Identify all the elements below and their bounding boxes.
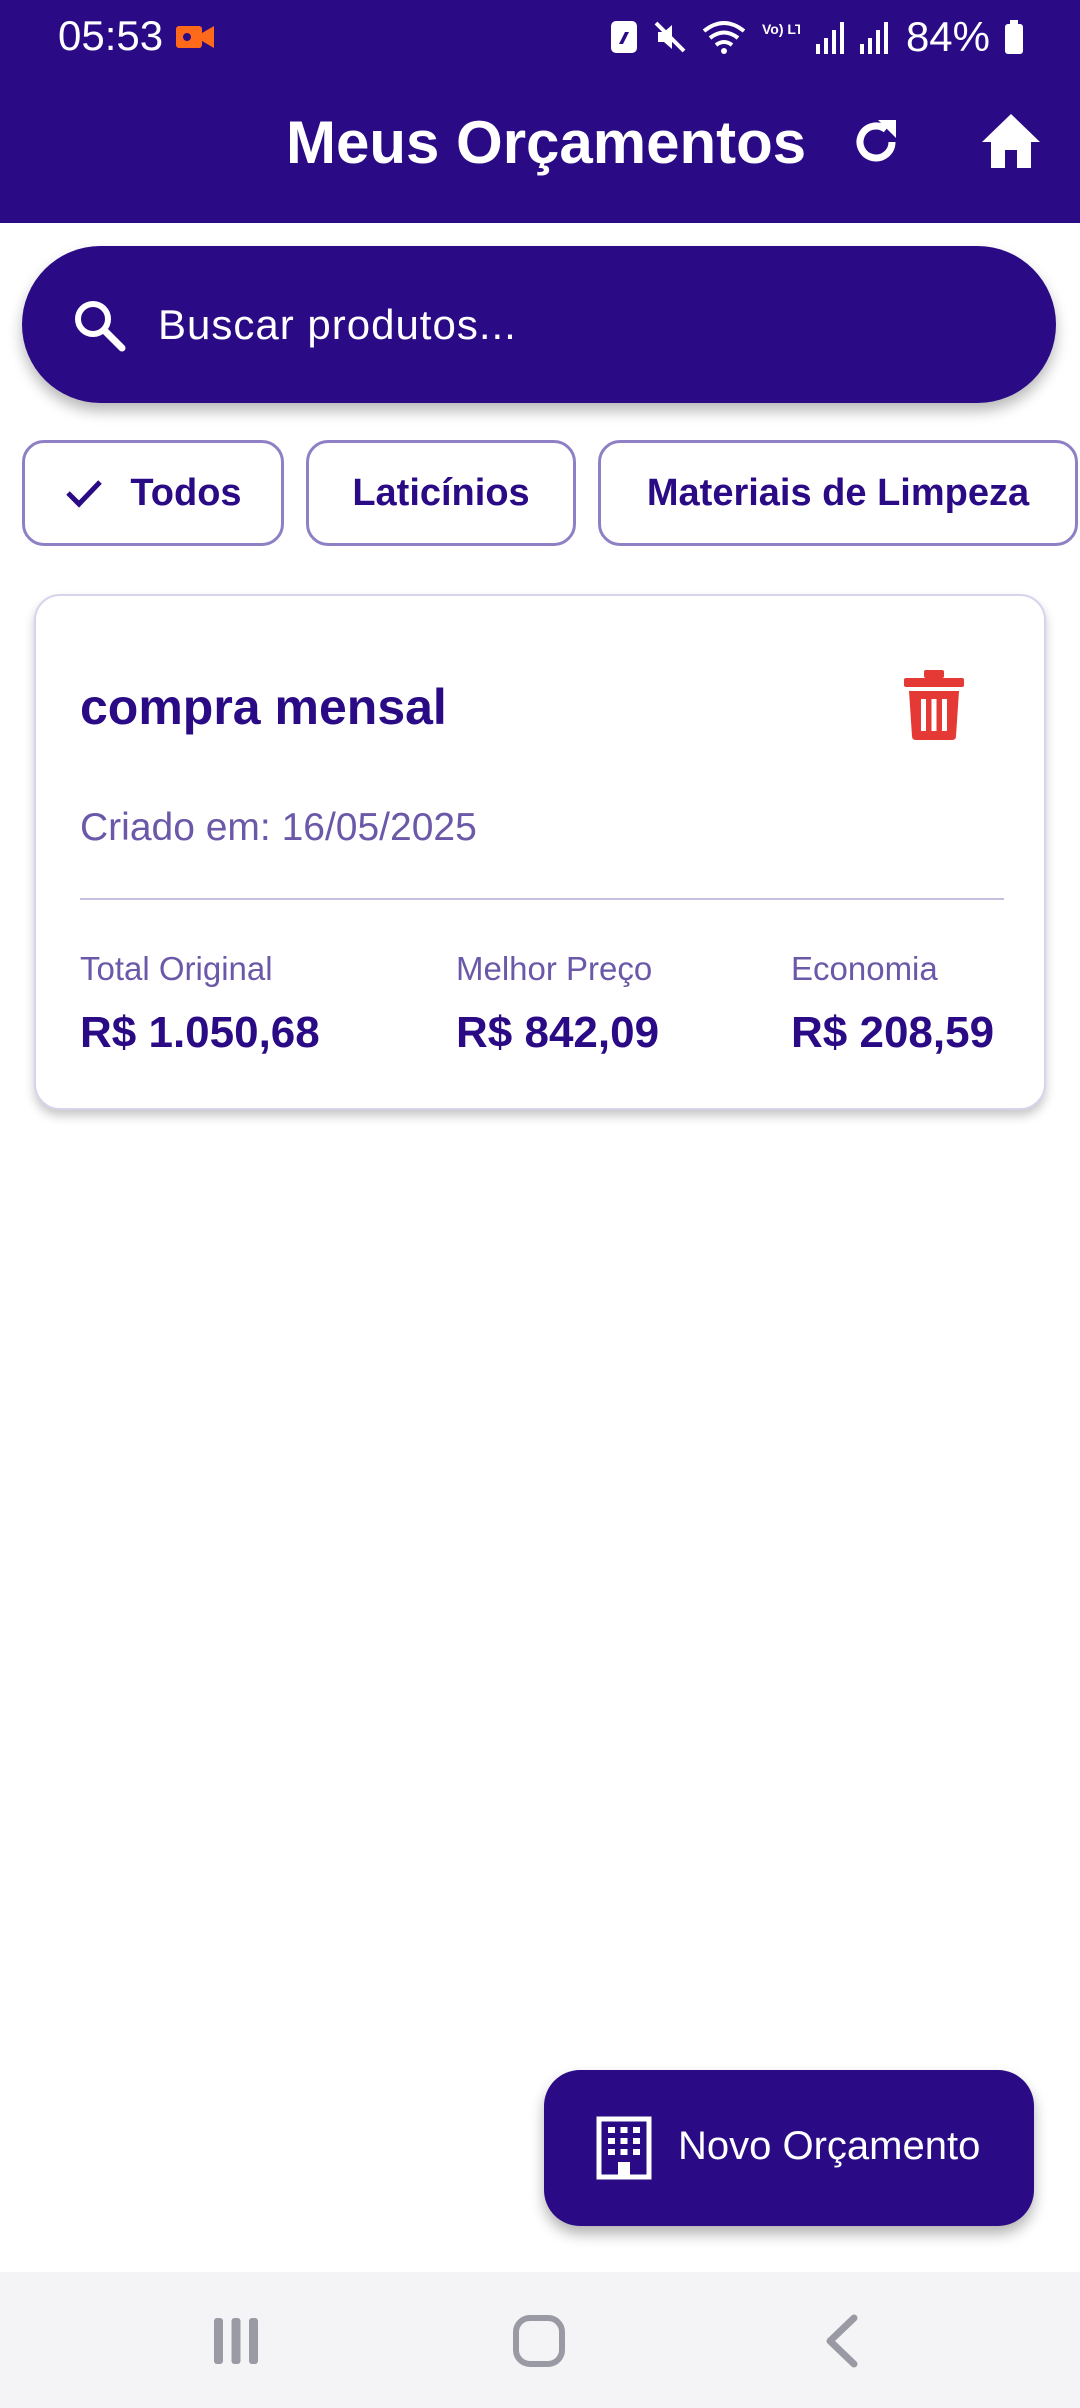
- page-title: Meus Orçamentos: [286, 109, 807, 176]
- budget-card[interactable]: compra mensal Criado em: 16/05/2025 Tota…: [34, 594, 1046, 1110]
- system-nav-bar: [0, 2272, 1080, 2408]
- stat-label: Melhor Preço: [456, 950, 653, 987]
- stat-value: R$ 842,09: [456, 1008, 660, 1057]
- wifi-icon: [702, 21, 746, 54]
- back-icon[interactable]: [822, 2314, 862, 2368]
- delete-icon[interactable]: [904, 670, 964, 740]
- app-bar: 05:53 Vo) LTE1: [0, 0, 1080, 223]
- budget-created-date: Criado em: 16/05/2025: [80, 806, 477, 849]
- filter-chip-label: Laticínios: [352, 471, 530, 514]
- signal-icon: [815, 22, 844, 54]
- stat-value: R$ 208,59: [791, 1008, 995, 1057]
- signal-icon: [859, 22, 888, 54]
- status-icons: Vo) LTE1 84%: [610, 12, 1024, 62]
- filter-chip-label: Todos: [130, 471, 242, 514]
- refresh-icon[interactable]: [848, 114, 904, 170]
- battery-icon: [1005, 20, 1023, 54]
- filter-chip-materiais-de-limpeza[interactable]: Materiais de Limpeza: [598, 440, 1078, 546]
- stat-label: Total Original: [80, 950, 273, 987]
- stat-melhor-preco: Melhor Preço R$ 842,09: [456, 950, 659, 1058]
- lte-icon: Vo) LTE1: [762, 21, 800, 37]
- recent-apps-icon[interactable]: [212, 2316, 260, 2366]
- stat-label: Economia: [791, 950, 938, 987]
- stat-value: R$ 1.050,68: [80, 1008, 320, 1057]
- video-record-icon: [176, 26, 214, 48]
- status-time: 05:53: [58, 12, 164, 59]
- battery-percent: 84%: [905, 13, 990, 60]
- home-icon[interactable]: [980, 112, 1042, 170]
- stat-total-original: Total Original R$ 1.050,68: [80, 950, 320, 1058]
- home-nav-icon[interactable]: [512, 2314, 566, 2368]
- search-icon: [75, 301, 126, 352]
- new-budget-label: Novo Orçamento: [678, 2124, 981, 2168]
- check-icon: [66, 480, 103, 508]
- budget-name: compra mensal: [80, 679, 447, 735]
- stat-economia: Economia R$ 208,59: [791, 950, 994, 1058]
- search-bar[interactable]: [22, 246, 1056, 403]
- nfc-icon: [610, 21, 637, 53]
- filter-chip-todos[interactable]: Todos: [22, 440, 284, 546]
- svg-text:Vo) LTE1: Vo) LTE1: [762, 21, 800, 37]
- search-input[interactable]: [158, 288, 1018, 362]
- filter-chip-label: Materiais de Limpeza: [646, 471, 1030, 514]
- divider: [80, 898, 1004, 900]
- mute-icon: [654, 21, 686, 53]
- building-icon: [596, 2116, 652, 2180]
- new-budget-button[interactable]: Novo Orçamento: [544, 2070, 1034, 2226]
- filter-chip-laticinios[interactable]: Laticínios: [306, 440, 576, 546]
